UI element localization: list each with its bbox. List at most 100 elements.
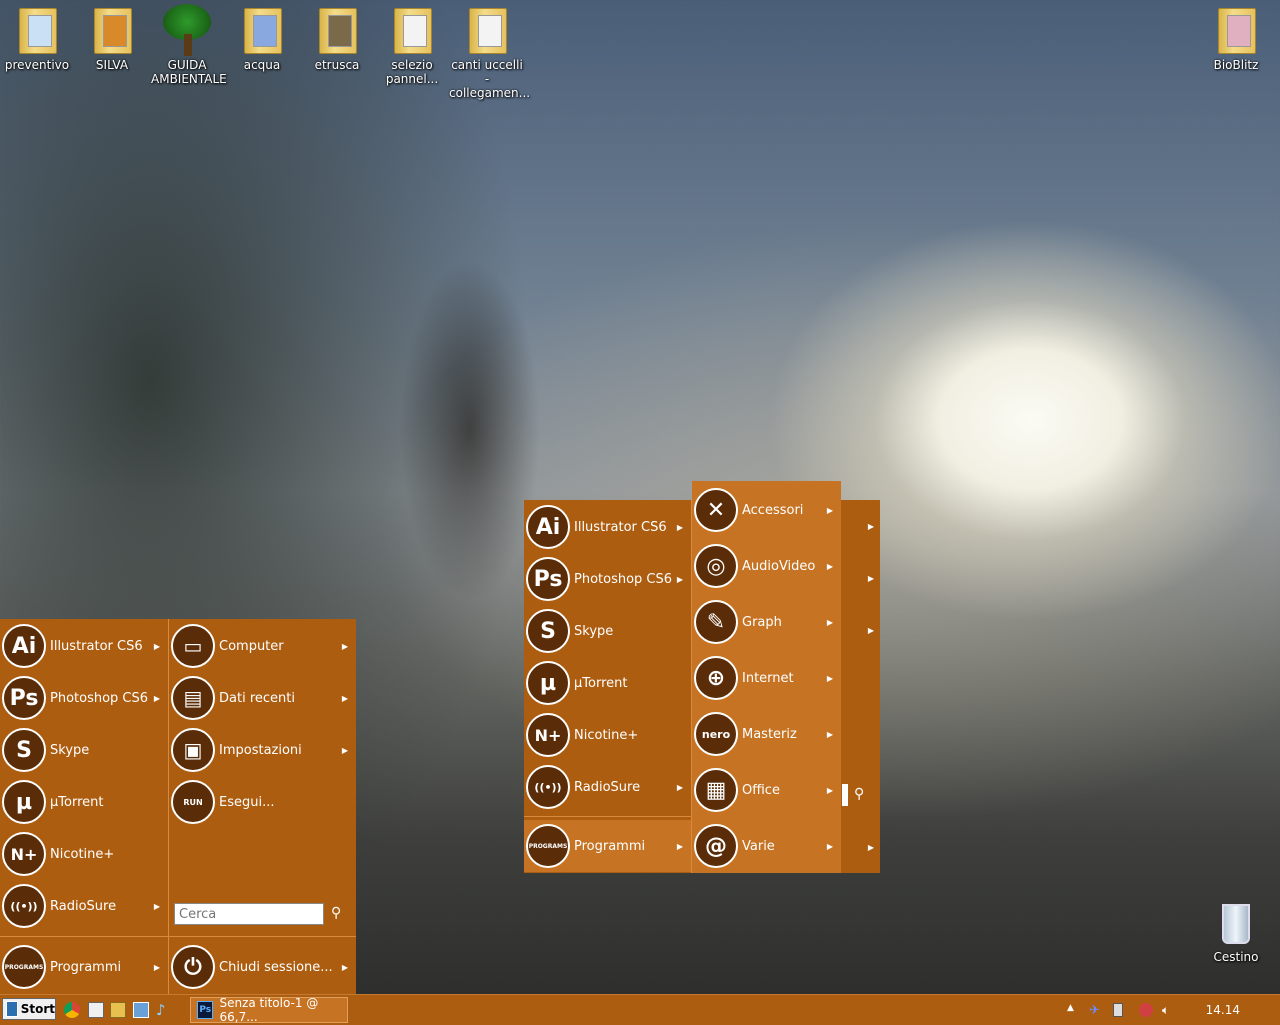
arrow-right-icon: ▶ — [153, 641, 160, 651]
desktop-icon-label: SILVA — [95, 58, 129, 72]
taskbar-item-photoshop[interactable]: Ps Senza titolo-1 @ 66,7... — [190, 996, 348, 1024]
recycle-bin-icon — [1216, 900, 1256, 946]
illustrator-icon: Ai — [2, 624, 46, 668]
clock[interactable]: 14.14 — [1206, 1003, 1240, 1017]
taskbar: Stort ♪ Ps Senza titolo-1 @ 66,7... ▲ ✈ … — [0, 994, 1280, 1025]
programs-submenu: ✕ Accessori ▶ ◎ AudioVideo ▶ ✎ Graph ▶ ⊕ In… — [692, 481, 841, 873]
desktop-icon-selezio[interactable]: selezio pannel... — [376, 4, 448, 86]
arrow-right-icon: ▶ — [826, 785, 833, 795]
folder-icon — [17, 8, 57, 54]
start-item-nicotine[interactable]: N+ Nicotine+ — [0, 828, 168, 880]
start-item-radiosure[interactable]: ((•)) RadioSure ▶ — [0, 880, 168, 932]
tray-expand-icon[interactable]: ▲ — [1067, 1003, 1081, 1017]
folder-icon — [92, 8, 132, 54]
tools-icon: ✕ — [694, 488, 738, 532]
programs-item-varie[interactable]: @ Varie ▶ — [692, 820, 841, 872]
radiosure-icon: ((•)) — [2, 884, 46, 928]
menu-item-utorrent[interactable]: µ µTorrent — [524, 657, 691, 709]
notepad-icon[interactable] — [88, 1002, 104, 1018]
start-item-impostazioni[interactable]: ▣ Impostazioni ▶ — [169, 724, 356, 776]
menu-item-radiosure[interactable]: ((•)) RadioSure ▶ — [524, 761, 691, 813]
desktop-icon-etrusca[interactable]: etrusca — [301, 4, 373, 72]
tree-icon — [163, 4, 211, 56]
programs-item-graph[interactable]: ✎ Graph ▶ — [692, 596, 841, 648]
search-icon[interactable]: ⚲ — [331, 905, 341, 921]
start-item-computer[interactable]: ▭ Computer ▶ — [169, 620, 356, 672]
nero-burn-icon: nero — [694, 712, 738, 756]
documents-icon: ▤ — [171, 676, 215, 720]
folder-icon — [1216, 8, 1256, 54]
window-icon[interactable] — [133, 1002, 149, 1018]
photoshop-icon: Ps — [2, 676, 46, 720]
arrow-right-icon: ▶ — [826, 561, 833, 571]
globe-icon: ⊕ — [694, 656, 738, 700]
divider — [524, 816, 691, 817]
desktop-icon-acqua[interactable]: acqua — [226, 4, 298, 72]
desktop-icon-bioblitz[interactable]: BioBlitz — [1200, 4, 1272, 72]
chrome-icon[interactable] — [64, 1002, 80, 1018]
folder-icon — [392, 8, 432, 54]
arrow-right-icon: ▶ — [867, 843, 874, 852]
music-note-icon[interactable]: ♪ — [156, 1002, 172, 1018]
desktop-icon-cestino[interactable]: Cestino — [1200, 896, 1272, 964]
start-item-esegui[interactable]: RUN Esegui... — [169, 776, 356, 828]
arrow-right-icon: ▶ — [826, 729, 833, 739]
film-reel-icon: ◎ — [694, 544, 738, 588]
programs-item-internet[interactable]: ⊕ Internet ▶ — [692, 652, 841, 704]
arrow-right-icon: ▶ — [867, 522, 874, 531]
menu-item-programmi[interactable]: PROGRAMS Programmi ▶ — [524, 820, 691, 872]
desktop-icon-label: selezio pannel... — [385, 58, 439, 86]
programs-item-masteriz[interactable]: nero Masteriz ▶ — [692, 708, 841, 760]
start-item-utorrent[interactable]: µ µTorrent — [0, 776, 168, 828]
start-menu-left-column: Ai Illustrator CS6 ▶ Ps Photoshop CS6 ▶ S … — [0, 619, 168, 994]
menu-item-photoshop[interactable]: Ps Photoshop CS6 ▶ — [524, 553, 691, 605]
menu-item-skype[interactable]: S Skype — [524, 605, 691, 657]
photoshop-icon: Ps — [526, 557, 570, 601]
menu-item-nicotine[interactable]: N+ Nicotine+ — [524, 709, 691, 761]
arrow-right-icon: ▶ — [826, 617, 833, 627]
bird-icon[interactable]: ✈ — [1089, 1003, 1103, 1018]
explorer-icon[interactable] — [110, 1002, 126, 1018]
radiosure-icon: ((•)) — [526, 765, 570, 809]
office-icon: ▦ — [694, 768, 738, 812]
search-input[interactable] — [174, 903, 324, 925]
menu-item-illustrator[interactable]: Ai Illustrator CS6 ▶ — [524, 501, 691, 553]
swirl-icon: @ — [694, 824, 738, 868]
desktop-icon-label: etrusca — [314, 58, 360, 72]
illustrator-icon: Ai — [526, 505, 570, 549]
arrow-right-icon: ▶ — [341, 641, 348, 651]
arrow-right-icon: ▶ — [341, 693, 348, 703]
desktop-icon-label: GUIDA AMBIENTALE — [151, 58, 227, 86]
start-button[interactable]: Stort — [2, 998, 56, 1020]
folder-icon — [242, 8, 282, 54]
start-item-photoshop[interactable]: Ps Photoshop CS6 ▶ — [0, 672, 168, 724]
desktop-icon-preventivo[interactable]: preventivo — [1, 4, 73, 72]
arrow-right-icon: ▶ — [676, 574, 683, 584]
start-item-programmi[interactable]: PROGRAMS Programmi ▶ — [0, 941, 168, 993]
device-icon[interactable] — [1113, 1003, 1123, 1017]
desktop-icon-silva[interactable]: SILVA — [76, 4, 148, 72]
start-item-illustrator[interactable]: Ai Illustrator CS6 ▶ — [0, 620, 168, 672]
arrow-right-icon: ▶ — [676, 522, 683, 532]
search-icon[interactable]: ⚲ — [854, 786, 864, 802]
shield-icon[interactable] — [1139, 1003, 1153, 1017]
programs-item-accessori[interactable]: ✕ Accessori ▶ — [692, 484, 841, 536]
desktop-icon-label: canti uccelli - collegamen... — [449, 58, 531, 100]
arrow-right-icon: ▶ — [676, 782, 683, 792]
power-icon: ⏻ — [171, 945, 215, 989]
start-item-skype[interactable]: S Skype — [0, 724, 168, 776]
programs-icon: PROGRAMS — [2, 945, 46, 989]
programs-item-office[interactable]: ▦ Office ▶ — [692, 764, 841, 816]
start-item-dati-recenti[interactable]: ▤ Dati recenti ▶ — [169, 672, 356, 724]
folder-icon — [317, 8, 357, 54]
programs-item-audiovideo[interactable]: ◎ AudioVideo ▶ — [692, 540, 841, 592]
search-input-fragment[interactable] — [842, 784, 848, 806]
volume-icon[interactable]: 🔈︎ — [1162, 1003, 1176, 1017]
folder-icon — [467, 8, 507, 54]
nicotine-icon: N+ — [526, 713, 570, 757]
desktop-icon-canti-uccelli[interactable]: canti uccelli - collegamen... — [449, 4, 530, 100]
arrow-right-icon: ▶ — [867, 626, 874, 635]
divider — [169, 936, 356, 937]
desktop-icon-guida-ambientale[interactable]: GUIDA AMBIENTALE — [151, 4, 227, 86]
start-item-chiudi-sessione[interactable]: ⏻ Chiudi sessione... ▶ — [169, 941, 356, 993]
